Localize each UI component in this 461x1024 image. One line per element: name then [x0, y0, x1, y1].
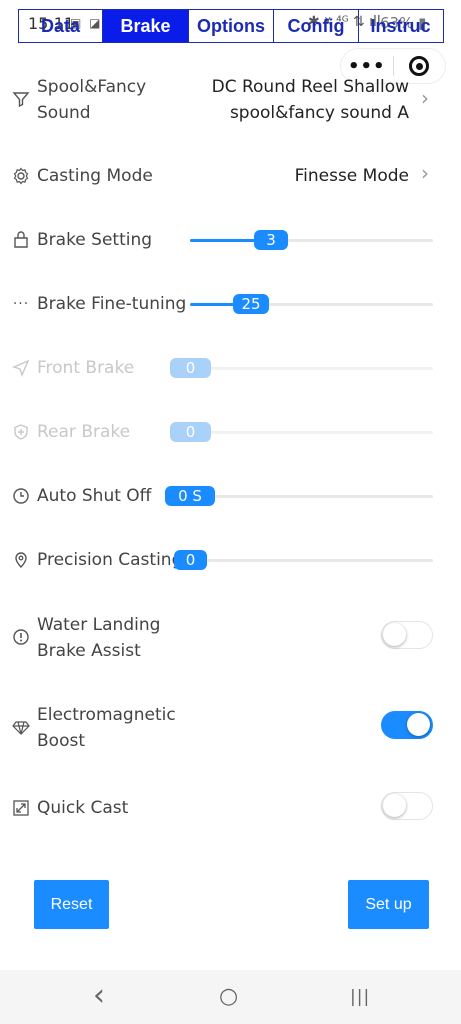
auto-shut-off-label: Auto Shut Off [37, 486, 152, 506]
rear-brake-thumb: 0 [170, 422, 211, 442]
row-brake-fine-tuning: ··· Brake Fine-tuning 25 [0, 291, 461, 319]
brake-setting-thumb[interactable]: 3 [254, 230, 288, 250]
shield-plus-icon [11, 422, 31, 442]
spool-value-line1: DC Round Reel Shallow [211, 77, 409, 97]
water-landing-label-line1: Water Landing [37, 615, 161, 635]
filter-icon [11, 89, 31, 109]
chevron-right-icon: › [421, 86, 429, 110]
electromagnetic-label-line2: Boost [37, 731, 85, 751]
back-icon[interactable]: ‹ [93, 978, 105, 1013]
row-rear-brake: Rear Brake 0 [0, 419, 461, 447]
brake-fine-thumb[interactable]: 25 [233, 294, 269, 314]
row-auto-shut-off: Auto Shut Off 0 S [0, 483, 461, 511]
row-spool-sound[interactable]: Spool&Fancy Sound DC Round Reel Shallow … [0, 74, 461, 130]
precision-casting-track[interactable] [174, 559, 433, 562]
front-brake-label: Front Brake [37, 358, 135, 378]
front-brake-thumb: 0 [170, 358, 211, 378]
system-navbar: ‹ ○ ||| [0, 970, 461, 1024]
diamond-icon [11, 717, 31, 737]
row-front-brake: Front Brake 0 [0, 355, 461, 383]
water-landing-label-line2: Brake Assist [37, 641, 141, 661]
auto-shut-off-thumb[interactable]: 0 S [165, 486, 215, 506]
casting-mode-value: Finesse Mode [294, 166, 409, 186]
reset-button[interactable]: Reset [34, 880, 109, 929]
row-precision-casting: Precision Casting 0 [0, 547, 461, 575]
quick-cast-toggle[interactable] [381, 792, 433, 820]
brake-fine-label: Brake Fine-tuning [37, 294, 187, 314]
alert-circle-icon [11, 627, 31, 647]
quick-cast-label: Quick Cast [37, 798, 129, 818]
spool-value-line2: spool&fancy sound A [229, 103, 409, 123]
tab-options[interactable]: Options [189, 10, 274, 42]
target-icon[interactable] [393, 56, 445, 76]
location-pin-icon [11, 550, 31, 570]
gear-icon [11, 166, 31, 186]
recents-icon[interactable]: ||| [350, 987, 370, 1007]
electromagnetic-toggle[interactable] [381, 711, 433, 739]
tab-data[interactable]: Data [19, 10, 103, 42]
row-casting-mode[interactable]: Casting Mode Finesse Mode › [0, 161, 461, 191]
row-electromagnetic-boost: Electromagnetic Boost [0, 702, 461, 758]
row-brake-setting: Brake Setting 3 [0, 227, 461, 255]
tab-config[interactable]: Config [274, 10, 359, 42]
ellipsis-icon: ··· [12, 296, 30, 312]
water-landing-toggle[interactable] [381, 621, 433, 649]
tab-brake[interactable]: Brake [103, 10, 189, 42]
row-quick-cast: Quick Cast [0, 792, 461, 823]
send-icon [11, 358, 31, 378]
tab-bar: Data Brake Options Config Instruc [18, 9, 444, 43]
clock-icon [11, 486, 31, 506]
electromagnetic-label-line1: Electromagnetic [37, 705, 176, 725]
rear-brake-label: Rear Brake [37, 422, 131, 442]
chevron-right-icon: › [421, 161, 429, 185]
home-icon[interactable]: ○ [219, 984, 238, 1009]
row-water-landing: Water Landing Brake Assist [0, 612, 461, 668]
casting-mode-label: Casting Mode [37, 166, 153, 186]
precision-casting-label: Precision Casting [37, 550, 183, 570]
bag-icon [11, 230, 31, 250]
expand-icon [11, 798, 31, 818]
brake-setting-label: Brake Setting [37, 230, 153, 250]
setup-button[interactable]: Set up [348, 880, 429, 929]
spool-label-line1: Spool&Fancy [37, 77, 147, 97]
precision-casting-thumb[interactable]: 0 [174, 550, 207, 570]
tab-instructions[interactable]: Instruc [359, 10, 442, 42]
spool-label-line2: Sound [37, 103, 91, 123]
